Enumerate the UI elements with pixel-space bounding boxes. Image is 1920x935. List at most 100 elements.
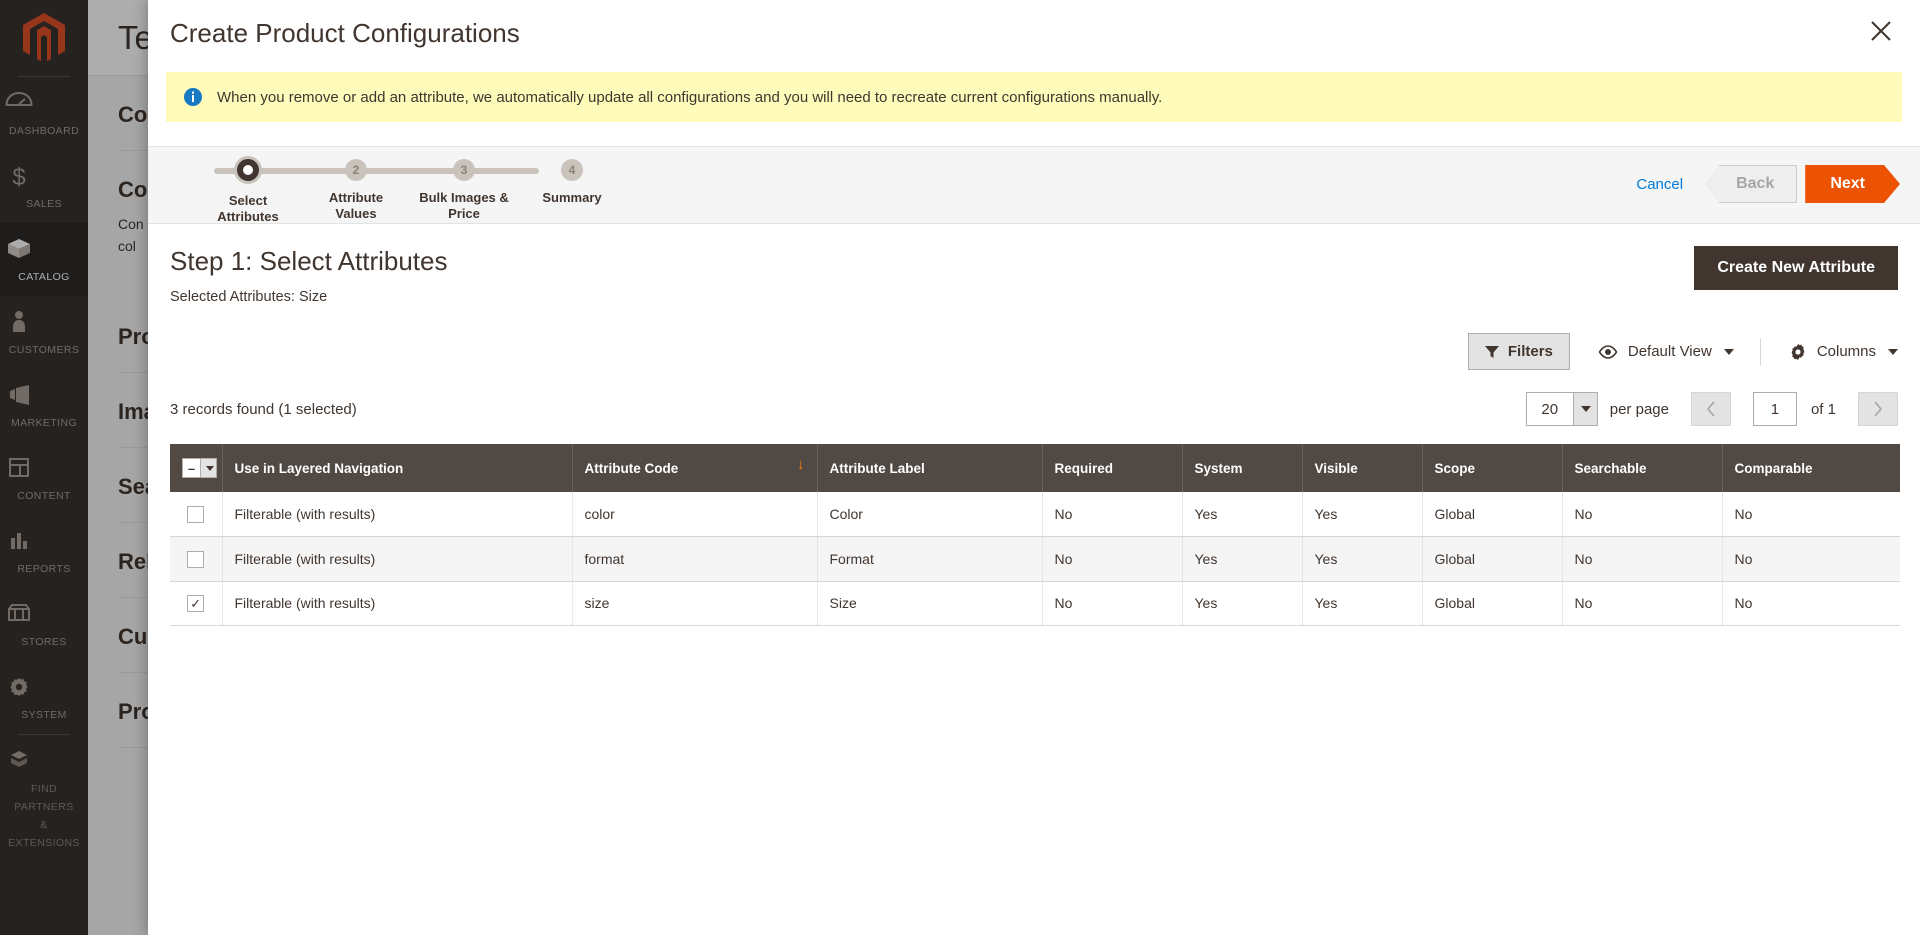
total-pages-label: of 1 [1810, 400, 1836, 418]
cell-layered: Filterable (with results) [222, 581, 573, 627]
cell-scope: Global [1422, 536, 1563, 582]
filters-button[interactable]: Filters [1467, 333, 1570, 370]
step-number: 3 [453, 159, 475, 181]
cell-required: No [1042, 536, 1183, 582]
row-select-cell[interactable] [170, 492, 223, 537]
toolbar-divider [1759, 337, 1761, 366]
page-number-input[interactable] [1752, 392, 1797, 426]
grid-header-row: – Use in Layered Navigation Attribute Co… [170, 444, 1900, 492]
modal-title: Create Product Configurations [170, 17, 520, 48]
default-view-label: Default View [1627, 343, 1712, 360]
cell-code: format [572, 536, 818, 582]
grid-header-visible[interactable]: Visible [1302, 444, 1423, 492]
row-checkbox[interactable] [187, 595, 205, 613]
close-icon[interactable] [1864, 14, 1898, 48]
gear-icon [1789, 343, 1807, 361]
attributes-grid: – Use in Layered Navigation Attribute Co… [170, 444, 1900, 627]
cell-layered: Filterable (with results) [222, 536, 573, 582]
row-checkbox[interactable] [187, 550, 205, 568]
cell-visible: Yes [1302, 581, 1423, 627]
row-select-cell[interactable] [170, 581, 223, 627]
step-title-block: Step 1: Select Attributes Selected Attri… [170, 246, 448, 305]
wizard-step-select-attributes[interactable]: Select Attributes [194, 156, 302, 226]
wizard-progress-bar: Select Attributes 2 Attribute Values 3 Bul… [148, 146, 1920, 224]
step-label: Select Attributes [217, 193, 279, 225]
previous-page-button[interactable] [1690, 392, 1731, 426]
cell-system: Yes [1182, 492, 1303, 537]
cell-visible: Yes [1302, 492, 1423, 537]
cell-label: Format [817, 536, 1043, 582]
table-row[interactable]: Filterable (with results) color Color No… [170, 492, 1900, 537]
chevron-down-icon [1888, 348, 1898, 355]
wizard-step-summary[interactable]: 4 Summary [518, 159, 626, 226]
cell-comparable: No [1722, 581, 1900, 627]
cell-layered: Filterable (with results) [222, 492, 573, 537]
create-new-attribute-button[interactable]: Create New Attribute [1694, 246, 1898, 290]
modal-header: Create Product Configurations [148, 0, 1920, 66]
default-view-dropdown[interactable]: Default View [1598, 343, 1734, 360]
per-page-label: per page [1609, 400, 1669, 418]
grid-toolbar: Filters Default View Columns [170, 333, 1898, 370]
table-row[interactable]: Filterable (with results) format Format … [170, 536, 1900, 582]
info-icon [183, 87, 203, 107]
cell-label: Color [817, 492, 1043, 537]
columns-dropdown[interactable]: Columns [1789, 343, 1898, 361]
per-page-value: 20 [1541, 400, 1559, 418]
cell-scope: Global [1422, 581, 1563, 627]
filters-label: Filters [1507, 343, 1553, 360]
grid-header-label: Attribute Code [584, 460, 679, 476]
grid-header-attribute-label[interactable]: Attribute Label [817, 444, 1043, 492]
cell-code: size [572, 581, 818, 627]
step-label: Bulk Images & Price [419, 190, 509, 222]
table-row[interactable]: Filterable (with results) size Size No Y… [170, 581, 1900, 627]
cell-visible: Yes [1302, 536, 1423, 582]
grid-header-required[interactable]: Required [1042, 444, 1183, 492]
chevron-down-icon [200, 459, 216, 477]
dash-icon: – [187, 460, 196, 476]
step-number: 4 [561, 159, 583, 181]
wizard-step-bulk-images-price[interactable]: 3 Bulk Images & Price [410, 159, 518, 226]
cell-system: Yes [1182, 581, 1303, 627]
records-pager-row: 3 records found (1 selected) 20 per page… [170, 392, 1898, 426]
step-number: 2 [345, 159, 367, 181]
select-all-dropdown[interactable]: – [182, 458, 217, 478]
pager: 20 per page of 1 [1525, 392, 1898, 426]
create-product-configurations-modal: Create Product Configurations When you r… [148, 0, 1920, 935]
grid-header-comparable[interactable]: Comparable [1722, 444, 1900, 492]
cell-required: No [1042, 581, 1183, 627]
chevron-down-icon [1723, 348, 1734, 355]
columns-label: Columns [1816, 343, 1876, 360]
grid-header-select-all[interactable]: – [170, 444, 223, 492]
step-header: Step 1: Select Attributes Selected Attri… [170, 224, 1898, 305]
cell-system: Yes [1182, 536, 1303, 582]
row-checkbox[interactable] [187, 505, 205, 523]
step-body: Step 1: Select Attributes Selected Attri… [148, 224, 1920, 627]
notice-text: When you remove or add an attribute, we … [217, 88, 1163, 106]
next-page-button[interactable] [1858, 392, 1898, 426]
row-select-cell[interactable] [170, 536, 223, 582]
cell-searchable: No [1562, 492, 1723, 537]
records-found-text: 3 records found (1 selected) [170, 400, 357, 418]
cell-label: Size [817, 581, 1043, 627]
cell-searchable: No [1562, 581, 1723, 627]
step-number [234, 156, 262, 184]
cell-searchable: No [1562, 536, 1723, 582]
cancel-button[interactable]: Cancel [1636, 176, 1683, 193]
selected-attributes-text: Selected Attributes: Size [170, 289, 328, 305]
wizard-actions: Cancel Back Next [1636, 165, 1900, 203]
grid-header-use-in-layered-navigation[interactable]: Use in Layered Navigation [222, 444, 573, 492]
next-button[interactable]: Next [1805, 165, 1900, 203]
wizard-step-attribute-values[interactable]: 2 Attribute Values [302, 159, 410, 226]
grid-header-attribute-code[interactable]: Attribute Code ↓ [572, 444, 818, 492]
cell-code: color [572, 492, 818, 537]
per-page-select[interactable]: 20 [1525, 392, 1598, 426]
cell-comparable: No [1722, 536, 1900, 582]
grid-header-scope[interactable]: Scope [1422, 444, 1563, 492]
notice-banner: When you remove or add an attribute, we … [166, 72, 1902, 122]
grid-header-searchable[interactable]: Searchable [1562, 444, 1723, 492]
step-title: Step 1: Select Attributes [170, 246, 448, 276]
grid-header-system[interactable]: System [1182, 444, 1303, 492]
eye-icon [1598, 344, 1618, 359]
back-button[interactable]: Back [1705, 165, 1798, 203]
cell-comparable: No [1722, 492, 1900, 537]
